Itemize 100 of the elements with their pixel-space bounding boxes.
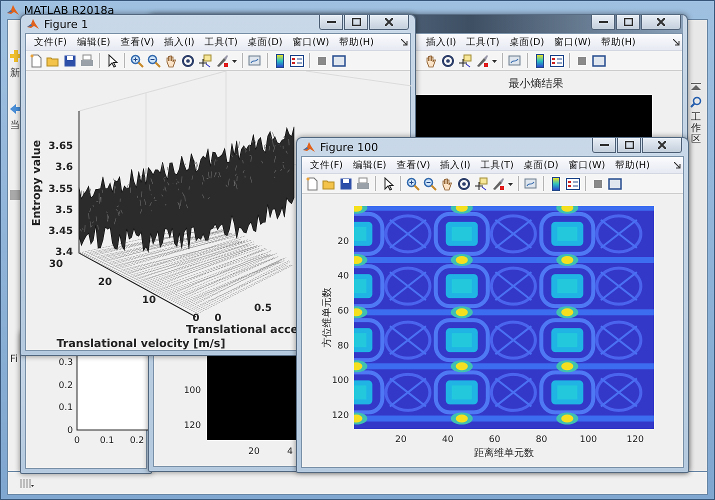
rotate-icon[interactable] — [441, 54, 455, 68]
plus-icon[interactable] — [10, 50, 22, 62]
tick-label: 40 — [338, 272, 349, 282]
folder-label: 当 — [10, 118, 20, 132]
legend-icon[interactable] — [290, 54, 304, 68]
zoom-out-icon[interactable] — [423, 176, 437, 190]
menu-item[interactable]: 窗口(W) — [288, 34, 334, 50]
data-tip-icon[interactable] — [474, 176, 488, 190]
menu-item[interactable]: 文件(F) — [30, 34, 71, 50]
tick-label: 60 — [488, 435, 500, 445]
window-icon[interactable] — [592, 54, 606, 68]
menu-item[interactable]: 编辑(E) — [72, 34, 114, 50]
colorbar-icon[interactable] — [549, 176, 563, 190]
data-tip-icon[interactable] — [458, 54, 472, 68]
hand-icon[interactable] — [164, 54, 178, 68]
tick-label: 20 — [395, 435, 407, 445]
plot-link-icon[interactable] — [248, 54, 262, 68]
maximize-button[interactable] — [344, 15, 368, 30]
menu-item[interactable]: 桌面(D) — [520, 158, 562, 172]
maximize-button[interactable] — [617, 138, 641, 153]
menu-item[interactable]: 帮助(H) — [335, 34, 378, 50]
plot-link-icon[interactable] — [524, 176, 538, 190]
zoom-in-icon[interactable] — [130, 54, 144, 68]
new-file-icon[interactable] — [305, 176, 319, 190]
close-icon — [385, 18, 393, 26]
axis-label: 方位维单元数 — [322, 288, 333, 348]
printer-icon[interactable] — [80, 54, 94, 68]
rotate-icon[interactable] — [181, 54, 195, 68]
panel-label: Fi — [10, 354, 18, 365]
menu-item[interactable]: 桌面(D) — [244, 34, 286, 50]
grip-icon[interactable] — [20, 478, 34, 488]
axis-label: 距离维单元数 — [474, 448, 534, 459]
menu-item[interactable]: 插入(I) — [422, 34, 460, 50]
close-button[interactable] — [369, 15, 409, 30]
tick-label: 0.3 — [58, 358, 73, 368]
maximize-button[interactable] — [616, 15, 640, 30]
menu-item[interactable]: 插入(I) — [160, 34, 198, 50]
save-icon[interactable] — [339, 176, 353, 190]
tick-label: 0.2 — [130, 436, 144, 446]
menu-item[interactable]: 工具(T) — [200, 34, 242, 50]
hand-icon[interactable] — [440, 176, 454, 190]
menu-item[interactable]: 工具(T) — [476, 158, 518, 172]
zoom-out-icon[interactable] — [147, 54, 161, 68]
close-button[interactable] — [642, 138, 682, 153]
menu-item[interactable]: 插入(I) — [436, 158, 474, 172]
zoom-in-icon[interactable] — [406, 176, 420, 190]
menu-item[interactable]: 窗口(W) — [550, 34, 595, 50]
collapse-icon[interactable] — [690, 82, 702, 92]
tick-label: 80 — [338, 341, 349, 352]
window-title: Figure 1 — [44, 18, 90, 30]
menu-item[interactable]: 帮助(H) — [611, 158, 654, 172]
colorbar-icon[interactable] — [533, 54, 547, 68]
minimize-button[interactable] — [319, 15, 343, 30]
legend-icon[interactable] — [550, 54, 564, 68]
window-icon[interactable] — [608, 176, 622, 190]
menu-item[interactable]: 帮助(H) — [596, 34, 640, 50]
tick-label: 100 — [580, 435, 597, 445]
printer-icon[interactable] — [356, 176, 370, 190]
menu-item[interactable]: 文件(F) — [306, 158, 347, 172]
search-icon[interactable] — [690, 96, 702, 108]
menu-item[interactable]: 查看(V) — [116, 34, 158, 50]
minimize-button[interactable] — [592, 138, 616, 153]
maximize-icon — [352, 18, 360, 26]
close-button[interactable] — [641, 15, 681, 30]
menu-item[interactable]: 窗口(W) — [564, 158, 610, 172]
brush-icon[interactable] — [215, 54, 229, 68]
brush-icon[interactable] — [491, 176, 505, 190]
minimize-icon — [598, 20, 608, 24]
new-file-icon[interactable] — [29, 54, 43, 68]
minimize-icon — [600, 143, 608, 147]
colorbar-icon[interactable] — [273, 54, 287, 68]
window-icon[interactable] — [332, 54, 346, 68]
plot-link-icon[interactable] — [508, 54, 522, 68]
menu-item[interactable]: 桌面(D) — [505, 34, 548, 50]
dock-icon[interactable] — [401, 38, 408, 46]
rotate-icon[interactable] — [457, 176, 471, 190]
minimize-button[interactable] — [591, 15, 615, 30]
legend-icon[interactable] — [566, 176, 580, 190]
tick-label: 20 — [98, 277, 112, 288]
tick-label: 0.1 — [100, 436, 114, 446]
axis-label: Translational velocity [m/s] — [56, 337, 226, 350]
dock-icon[interactable] — [673, 38, 680, 46]
save-icon[interactable] — [63, 54, 77, 68]
menu-item[interactable]: 工具(T) — [462, 34, 504, 50]
tick-label: 3.65 — [48, 141, 73, 152]
tick-label: 120 — [626, 435, 644, 445]
workspace-tab[interactable]: 工作区 — [691, 112, 701, 145]
window-title: Figure 100 — [320, 140, 380, 154]
close-icon — [657, 18, 665, 26]
tick-label: 3.4 — [55, 247, 73, 258]
hand-icon[interactable] — [424, 54, 438, 68]
tick-label: 0.1 — [58, 403, 73, 413]
tick-label: 0 — [74, 436, 80, 446]
data-tip-icon[interactable] — [198, 54, 212, 68]
menu-item[interactable]: 编辑(E) — [348, 158, 390, 172]
tick-label: 100 — [332, 376, 349, 386]
dock-icon[interactable] — [674, 162, 681, 168]
menu-item[interactable]: 查看(V) — [392, 158, 434, 172]
brush-icon[interactable] — [475, 54, 489, 68]
tick-label: 60 — [338, 306, 349, 317]
